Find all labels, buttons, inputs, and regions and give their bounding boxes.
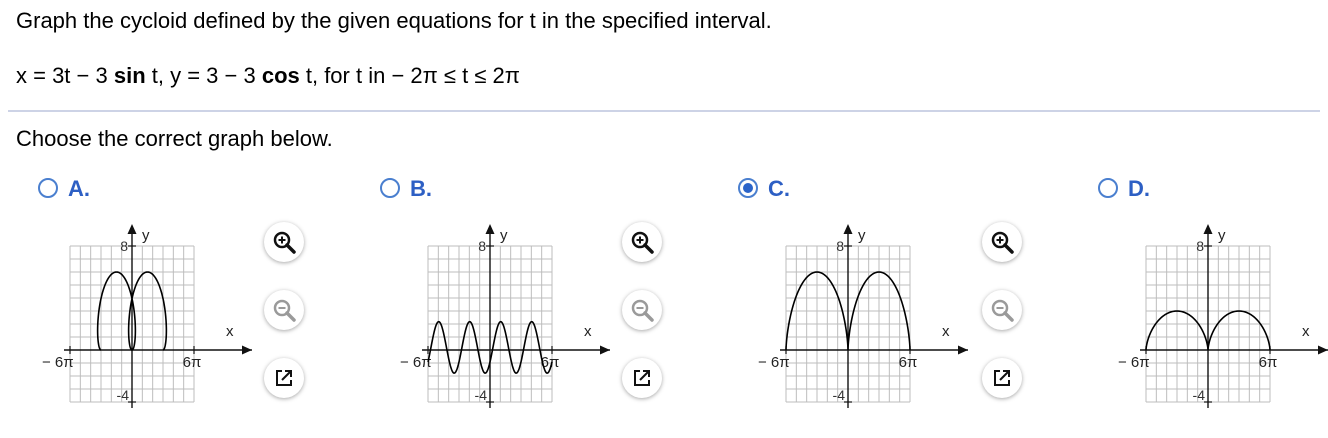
zoom-out-button-b[interactable] bbox=[622, 290, 662, 330]
y-tick-label-top: 8 bbox=[836, 238, 844, 254]
radio-option-a[interactable] bbox=[38, 178, 58, 198]
zoom-in-icon bbox=[271, 229, 297, 255]
x-axis-arrow bbox=[958, 345, 968, 355]
x-tick-label-left: − 6π bbox=[758, 354, 790, 371]
zoom-in-icon bbox=[989, 229, 1015, 255]
popout-button-c[interactable] bbox=[982, 358, 1022, 398]
zoom-out-button-a[interactable] bbox=[264, 290, 304, 330]
option-b-label: B. bbox=[410, 176, 432, 201]
popout-button-b[interactable] bbox=[622, 358, 662, 398]
zoom-in-icon bbox=[629, 229, 655, 255]
x-tick-label-left: − 6π bbox=[400, 354, 432, 371]
y-axis-arrow bbox=[1203, 224, 1213, 234]
y-axis-arrow bbox=[127, 224, 137, 234]
option-d-label: D. bbox=[1128, 176, 1150, 201]
y-axis-arrow bbox=[843, 224, 853, 234]
x-tick-label-left: − 6π bbox=[1118, 354, 1150, 371]
question-prompt: Graph the cycloid defined by the given e… bbox=[16, 8, 772, 33]
zoom-out-icon bbox=[271, 297, 297, 323]
x-axis-label: x bbox=[1302, 323, 1310, 340]
zoom-out-icon bbox=[629, 297, 655, 323]
popout-button-a[interactable] bbox=[264, 358, 304, 398]
y-tick-label-top: 8 bbox=[1196, 238, 1204, 254]
zoom-out-button-c[interactable] bbox=[982, 290, 1022, 330]
radio-option-d[interactable] bbox=[1098, 178, 1118, 198]
graph-option-b: yx8-4− 6π 6π bbox=[400, 224, 610, 408]
y-tick-label-bottom: -4 bbox=[1193, 387, 1206, 403]
y-tick-label-bottom: -4 bbox=[475, 387, 488, 403]
graph-option-a: y x 8 -4 − 6π 6π bbox=[42, 224, 252, 408]
zoom-in-button-b[interactable] bbox=[622, 222, 662, 262]
y-tick-label-bottom: -4 bbox=[117, 387, 130, 403]
x-axis-arrow bbox=[242, 345, 252, 355]
x-axis-label: x bbox=[942, 323, 950, 340]
y-axis-label: y bbox=[858, 227, 866, 244]
zoom-in-button-a[interactable] bbox=[264, 222, 304, 262]
divider bbox=[8, 110, 1320, 112]
y-tick-label-top: 8 bbox=[120, 238, 128, 254]
y-axis-label: y bbox=[1218, 227, 1226, 244]
instruction: Choose the correct graph below. bbox=[16, 126, 333, 151]
x-axis-arrow bbox=[1318, 345, 1328, 355]
y-tick-label-top: 8 bbox=[478, 238, 486, 254]
x-tick-label-right: 6π bbox=[899, 354, 918, 371]
x-tick-label-right: 6π bbox=[1259, 354, 1278, 371]
y-tick-label-bottom: -4 bbox=[833, 387, 846, 403]
eq-suffix: t, for t in − 2π ≤ t ≤ 2π bbox=[299, 63, 520, 88]
graph-option-c: y x 8 -4 − 6π 6π bbox=[758, 224, 968, 408]
eq-x-prefix: x = 3t − 3 bbox=[16, 63, 114, 88]
option-c-label: C. bbox=[768, 176, 790, 201]
eq-mid: t, y = 3 − 3 bbox=[145, 63, 262, 88]
parametric-equations: x = 3t − 3 sin t, y = 3 − 3 cos t, for t… bbox=[16, 63, 520, 89]
eq-sin: sin bbox=[113, 63, 146, 88]
y-axis-arrow bbox=[485, 224, 495, 234]
zoom-in-button-c[interactable] bbox=[982, 222, 1022, 262]
x-axis-label: x bbox=[226, 323, 234, 340]
x-axis-label: x bbox=[584, 323, 592, 340]
radio-option-b[interactable] bbox=[380, 178, 400, 198]
popout-icon bbox=[990, 366, 1014, 390]
x-axis-arrow bbox=[600, 345, 610, 355]
radio-option-c[interactable] bbox=[738, 178, 758, 198]
option-a-label: A. bbox=[68, 176, 90, 201]
x-tick-label-right: 6π bbox=[183, 354, 202, 371]
x-tick-label-left: − 6π bbox=[42, 354, 74, 371]
graph-option-d: y x 8 -4 − 6π 6π bbox=[1118, 224, 1328, 408]
y-axis-label: y bbox=[500, 227, 508, 244]
y-axis-label: y bbox=[142, 227, 150, 244]
popout-icon bbox=[272, 366, 296, 390]
eq-cos: cos bbox=[261, 63, 300, 88]
popout-icon bbox=[630, 366, 654, 390]
zoom-out-icon bbox=[989, 297, 1015, 323]
